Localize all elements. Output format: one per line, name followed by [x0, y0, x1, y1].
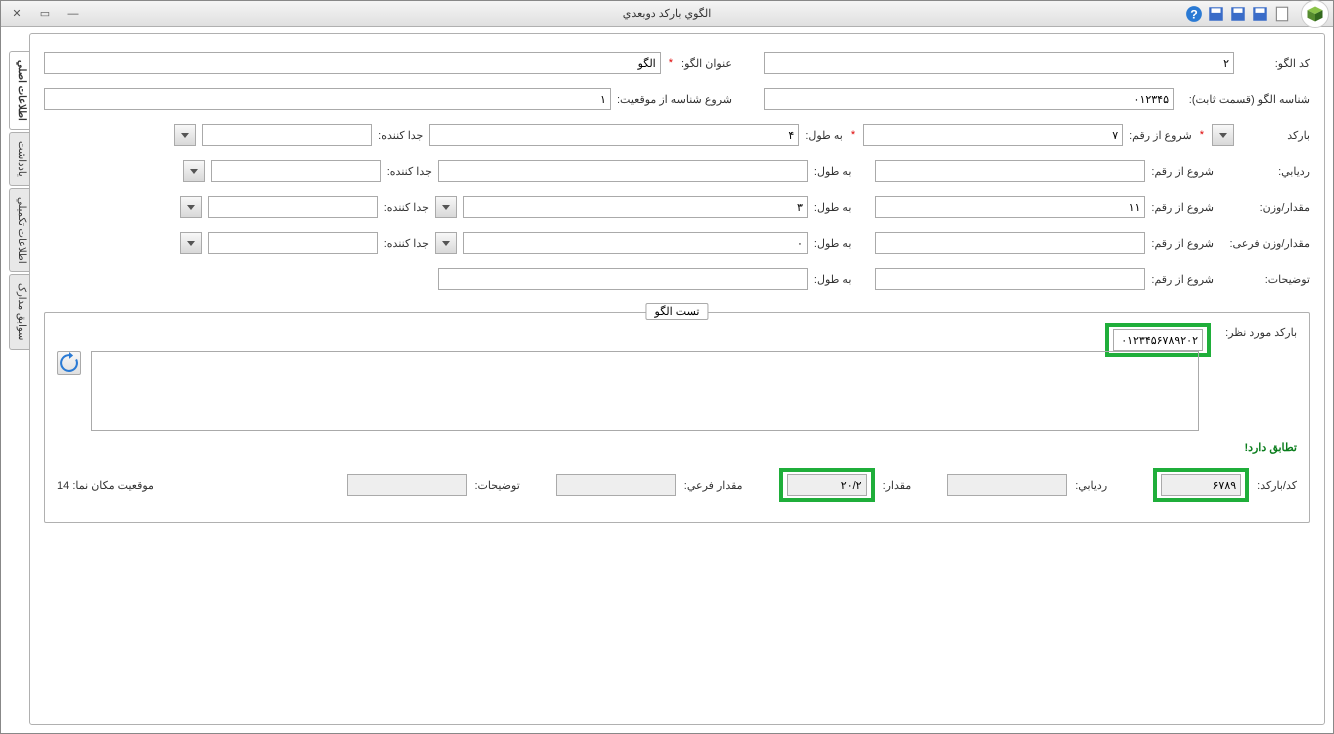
res-desc-label: توضيحات: — [475, 479, 520, 492]
app-window: ✕ ▭ — الگوي بارکد دوبعدي ? کد الگو: — [0, 0, 1334, 734]
start-digit-label: شروع از رقم: — [1151, 165, 1214, 178]
res-amount-label: مقدار: — [883, 479, 912, 492]
sub-length-dropdown[interactable] — [435, 232, 457, 254]
required-asterisk: * — [851, 129, 855, 141]
res-tracking-value — [947, 474, 1067, 496]
code-label: کد الگو: — [1240, 57, 1310, 70]
res-tracking-label: رديابي: — [1075, 479, 1107, 492]
minimize-icon: — — [68, 8, 79, 20]
length-label: به طول: — [814, 273, 852, 286]
sub-start-input[interactable] — [875, 232, 1145, 254]
maximize-icon: ▭ — [40, 7, 50, 20]
res-sub-label: مقدار فرعي: — [684, 479, 743, 492]
separator-label: جدا کننده: — [384, 201, 429, 214]
test-fieldset: تست الگو بارکد مورد نظر: — [44, 312, 1310, 523]
barcode-separator-dropdown[interactable] — [174, 124, 196, 146]
start-pos-input[interactable] — [44, 88, 611, 110]
separator-label: جدا کننده: — [387, 165, 432, 178]
barcode-length-input[interactable] — [429, 124, 799, 146]
tab-extra-info[interactable]: اطلاعات تکميلي — [9, 188, 29, 273]
desc-length-input[interactable] — [438, 268, 808, 290]
tracking-length-input[interactable] — [438, 160, 808, 182]
separator-label: جدا کننده: — [378, 129, 423, 142]
res-code-label: کد/بارکد: — [1257, 479, 1297, 492]
length-label: به طول: — [814, 165, 852, 178]
start-digit-label: شروع از رقم: — [1129, 129, 1192, 142]
fixed-part-input[interactable] — [764, 88, 1174, 110]
tracking-separator-input[interactable] — [211, 160, 381, 182]
sub-separator-dropdown[interactable] — [180, 232, 202, 254]
cursor-position: موقعیت مکان نما: 14 — [57, 479, 154, 492]
sub-amount-label: مقدار/وزن فرعی: — [1220, 237, 1310, 250]
main-panel: کد الگو: عنوان الگو: * شناسه الگو (قسمت … — [29, 33, 1325, 725]
help-icon[interactable]: ? — [1185, 5, 1203, 23]
barcode-separator-input[interactable] — [202, 124, 372, 146]
target-barcode-input[interactable] — [1113, 329, 1203, 351]
title-label: عنوان الگو: — [681, 57, 732, 70]
start-digit-label: شروع از رقم: — [1151, 273, 1214, 286]
amount-separator-dropdown[interactable] — [180, 196, 202, 218]
test-legend: تست الگو — [646, 303, 709, 320]
code-input[interactable] — [764, 52, 1234, 74]
target-barcode-label: بارکد مورد نظر: — [1217, 323, 1297, 339]
res-code-value — [1161, 474, 1241, 496]
start-digit-label: شروع از رقم: — [1151, 237, 1214, 250]
barcode-start-input[interactable] — [863, 124, 1123, 146]
separator-label: جدا کننده: — [384, 237, 429, 250]
required-asterisk: * — [669, 57, 673, 69]
required-asterisk: * — [1200, 129, 1204, 141]
amount-length-input[interactable] — [463, 196, 808, 218]
minimize-button[interactable]: — — [65, 6, 81, 22]
tracking-label: رديابي: — [1220, 165, 1310, 178]
save-copy-icon[interactable] — [1229, 5, 1247, 23]
res-amount-value — [787, 474, 867, 496]
app-logo — [1301, 0, 1329, 28]
window-title: الگوي بارکد دوبعدي — [623, 7, 712, 20]
close-button[interactable]: ✕ — [9, 6, 25, 22]
match-status: تطابق دارد! — [1244, 441, 1297, 454]
titlebar: ✕ ▭ — الگوي بارکد دوبعدي ? — [1, 1, 1333, 27]
close-icon: ✕ — [12, 7, 21, 20]
fixed-part-label: شناسه الگو (قسمت ثابت): — [1180, 93, 1310, 106]
refresh-button[interactable] — [57, 351, 81, 375]
tracking-separator-dropdown[interactable] — [183, 160, 205, 182]
length-label: به طول: — [805, 129, 843, 142]
res-amount-highlight — [779, 468, 875, 502]
length-label: به طول: — [814, 201, 852, 214]
tracking-start-input[interactable] — [875, 160, 1145, 182]
new-icon[interactable] — [1273, 5, 1291, 23]
start-pos-label: شروع شناسه از موقعیت: — [617, 93, 732, 106]
desc-label: توضيحات: — [1220, 273, 1310, 286]
amount-label: مقدار/وزن: — [1220, 201, 1310, 214]
res-sub-value — [556, 474, 676, 496]
sub-separator-input[interactable] — [208, 232, 378, 254]
refresh-icon — [58, 352, 80, 374]
res-code-highlight — [1153, 468, 1249, 502]
amount-separator-input[interactable] — [208, 196, 378, 218]
barcode-type-dropdown[interactable] — [1212, 124, 1234, 146]
save-as-icon[interactable] — [1207, 5, 1225, 23]
maximize-button[interactable]: ▭ — [37, 6, 53, 22]
test-output-area[interactable] — [91, 351, 1199, 431]
sub-length-input[interactable] — [463, 232, 808, 254]
side-tabs: اطلاعات اصلي يادداشت اطلاعات تکميلي سواب… — [9, 33, 29, 725]
desc-start-input[interactable] — [875, 268, 1145, 290]
res-desc-value — [347, 474, 467, 496]
barcode-label: بارکد — [1240, 129, 1310, 142]
start-digit-label: شروع از رقم: — [1151, 201, 1214, 214]
tab-main-info[interactable]: اطلاعات اصلي — [9, 51, 29, 130]
tab-doc-history[interactable]: سوابق مدارک — [9, 274, 29, 349]
title-input[interactable] — [44, 52, 661, 74]
length-label: به طول: — [814, 237, 852, 250]
tab-notes[interactable]: يادداشت — [9, 132, 29, 186]
amount-length-dropdown[interactable] — [435, 196, 457, 218]
amount-start-input[interactable] — [875, 196, 1145, 218]
svg-text:?: ? — [1190, 7, 1198, 21]
save-icon[interactable] — [1251, 5, 1269, 23]
